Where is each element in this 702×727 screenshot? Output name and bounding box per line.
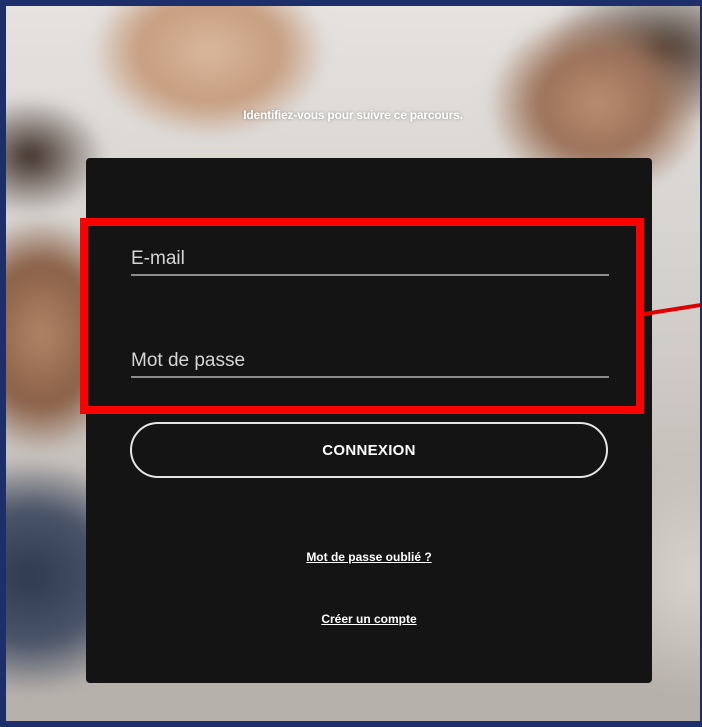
login-headline: Identifiez-vous pour suivre ce parcours. (243, 108, 463, 122)
screenshot-frame: Identifiez-vous pour suivre ce parcours.… (0, 0, 702, 727)
email-field (131, 236, 609, 276)
create-account-link[interactable]: Créer un compte (86, 612, 652, 626)
password-field (131, 338, 609, 378)
login-panel: CONNEXION Mot de passe oublié ? Créer un… (86, 158, 652, 683)
forgot-password-link[interactable]: Mot de passe oublié ? (86, 550, 652, 564)
email-input[interactable] (131, 248, 609, 270)
password-input[interactable] (131, 350, 609, 372)
connexion-button[interactable]: CONNEXION (130, 422, 608, 478)
